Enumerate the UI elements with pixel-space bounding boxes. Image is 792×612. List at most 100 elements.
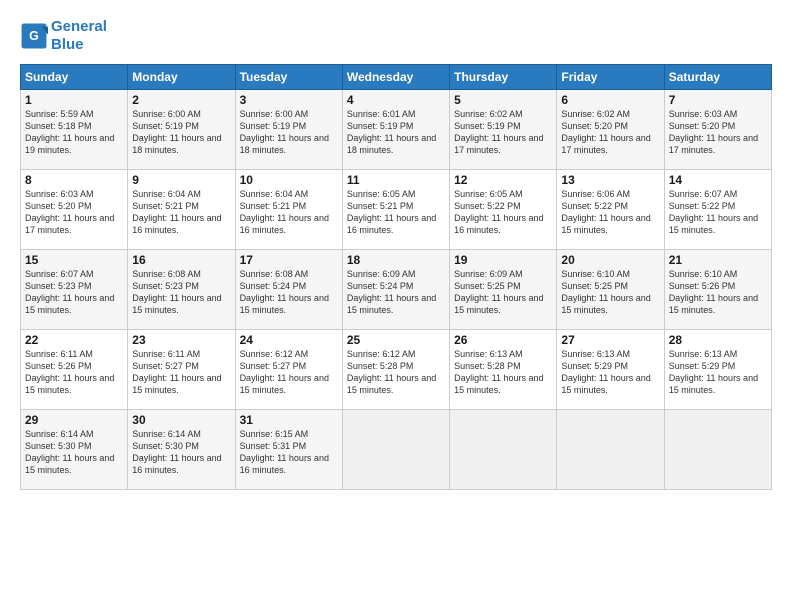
calendar-cell: 13Sunrise: 6:06 AMSunset: 5:22 PMDayligh… bbox=[557, 170, 664, 250]
day-info: Sunrise: 6:05 AMSunset: 5:21 PMDaylight:… bbox=[347, 188, 445, 237]
day-number: 25 bbox=[347, 333, 445, 347]
day-info: Sunrise: 6:14 AMSunset: 5:30 PMDaylight:… bbox=[25, 428, 123, 477]
day-number: 7 bbox=[669, 93, 767, 107]
calendar-cell bbox=[450, 410, 557, 490]
day-info: Sunrise: 6:09 AMSunset: 5:24 PMDaylight:… bbox=[347, 268, 445, 317]
day-info: Sunrise: 6:03 AMSunset: 5:20 PMDaylight:… bbox=[669, 108, 767, 157]
day-number: 30 bbox=[132, 413, 230, 427]
day-info: Sunrise: 6:03 AMSunset: 5:20 PMDaylight:… bbox=[25, 188, 123, 237]
weekday-header-wednesday: Wednesday bbox=[342, 65, 449, 90]
day-info: Sunrise: 6:06 AMSunset: 5:22 PMDaylight:… bbox=[561, 188, 659, 237]
logo: G General Blue bbox=[20, 18, 107, 54]
calendar-cell: 28Sunrise: 6:13 AMSunset: 5:29 PMDayligh… bbox=[664, 330, 771, 410]
day-info: Sunrise: 6:04 AMSunset: 5:21 PMDaylight:… bbox=[132, 188, 230, 237]
calendar-cell: 24Sunrise: 6:12 AMSunset: 5:27 PMDayligh… bbox=[235, 330, 342, 410]
day-number: 20 bbox=[561, 253, 659, 267]
day-info: Sunrise: 6:07 AMSunset: 5:23 PMDaylight:… bbox=[25, 268, 123, 317]
day-number: 22 bbox=[25, 333, 123, 347]
day-number: 9 bbox=[132, 173, 230, 187]
day-number: 10 bbox=[240, 173, 338, 187]
day-info: Sunrise: 6:00 AMSunset: 5:19 PMDaylight:… bbox=[132, 108, 230, 157]
weekday-header-friday: Friday bbox=[557, 65, 664, 90]
calendar-cell: 25Sunrise: 6:12 AMSunset: 5:28 PMDayligh… bbox=[342, 330, 449, 410]
day-info: Sunrise: 6:07 AMSunset: 5:22 PMDaylight:… bbox=[669, 188, 767, 237]
day-number: 15 bbox=[25, 253, 123, 267]
logo-icon: G bbox=[20, 22, 48, 50]
calendar-cell: 22Sunrise: 6:11 AMSunset: 5:26 PMDayligh… bbox=[21, 330, 128, 410]
day-number: 8 bbox=[25, 173, 123, 187]
calendar-cell bbox=[557, 410, 664, 490]
calendar-cell: 26Sunrise: 6:13 AMSunset: 5:28 PMDayligh… bbox=[450, 330, 557, 410]
calendar-cell: 12Sunrise: 6:05 AMSunset: 5:22 PMDayligh… bbox=[450, 170, 557, 250]
day-number: 26 bbox=[454, 333, 552, 347]
calendar-cell: 17Sunrise: 6:08 AMSunset: 5:24 PMDayligh… bbox=[235, 250, 342, 330]
calendar-cell: 21Sunrise: 6:10 AMSunset: 5:26 PMDayligh… bbox=[664, 250, 771, 330]
svg-text:G: G bbox=[29, 29, 39, 43]
day-info: Sunrise: 6:04 AMSunset: 5:21 PMDaylight:… bbox=[240, 188, 338, 237]
day-number: 18 bbox=[347, 253, 445, 267]
day-number: 2 bbox=[132, 93, 230, 107]
day-info: Sunrise: 6:11 AMSunset: 5:27 PMDaylight:… bbox=[132, 348, 230, 397]
week-row-5: 29Sunrise: 6:14 AMSunset: 5:30 PMDayligh… bbox=[21, 410, 772, 490]
day-number: 23 bbox=[132, 333, 230, 347]
day-number: 19 bbox=[454, 253, 552, 267]
weekday-header-saturday: Saturday bbox=[664, 65, 771, 90]
day-number: 24 bbox=[240, 333, 338, 347]
calendar-cell: 3Sunrise: 6:00 AMSunset: 5:19 PMDaylight… bbox=[235, 90, 342, 170]
day-info: Sunrise: 6:08 AMSunset: 5:24 PMDaylight:… bbox=[240, 268, 338, 317]
day-info: Sunrise: 6:01 AMSunset: 5:19 PMDaylight:… bbox=[347, 108, 445, 157]
calendar-cell: 10Sunrise: 6:04 AMSunset: 5:21 PMDayligh… bbox=[235, 170, 342, 250]
calendar-cell: 27Sunrise: 6:13 AMSunset: 5:29 PMDayligh… bbox=[557, 330, 664, 410]
calendar-cell: 18Sunrise: 6:09 AMSunset: 5:24 PMDayligh… bbox=[342, 250, 449, 330]
calendar-cell: 1Sunrise: 5:59 AMSunset: 5:18 PMDaylight… bbox=[21, 90, 128, 170]
day-number: 27 bbox=[561, 333, 659, 347]
day-number: 17 bbox=[240, 253, 338, 267]
day-info: Sunrise: 5:59 AMSunset: 5:18 PMDaylight:… bbox=[25, 108, 123, 157]
calendar-cell: 31Sunrise: 6:15 AMSunset: 5:31 PMDayligh… bbox=[235, 410, 342, 490]
day-number: 3 bbox=[240, 93, 338, 107]
day-number: 6 bbox=[561, 93, 659, 107]
day-number: 31 bbox=[240, 413, 338, 427]
calendar-cell bbox=[342, 410, 449, 490]
day-number: 21 bbox=[669, 253, 767, 267]
calendar-cell: 20Sunrise: 6:10 AMSunset: 5:25 PMDayligh… bbox=[557, 250, 664, 330]
day-info: Sunrise: 6:05 AMSunset: 5:22 PMDaylight:… bbox=[454, 188, 552, 237]
day-info: Sunrise: 6:13 AMSunset: 5:29 PMDaylight:… bbox=[669, 348, 767, 397]
day-number: 4 bbox=[347, 93, 445, 107]
day-info: Sunrise: 6:13 AMSunset: 5:29 PMDaylight:… bbox=[561, 348, 659, 397]
day-number: 16 bbox=[132, 253, 230, 267]
day-info: Sunrise: 6:11 AMSunset: 5:26 PMDaylight:… bbox=[25, 348, 123, 397]
weekday-header-sunday: Sunday bbox=[21, 65, 128, 90]
week-row-2: 8Sunrise: 6:03 AMSunset: 5:20 PMDaylight… bbox=[21, 170, 772, 250]
calendar-page: G General Blue SundayMondayTuesdayWednes… bbox=[0, 0, 792, 612]
calendar-cell: 14Sunrise: 6:07 AMSunset: 5:22 PMDayligh… bbox=[664, 170, 771, 250]
calendar-cell: 4Sunrise: 6:01 AMSunset: 5:19 PMDaylight… bbox=[342, 90, 449, 170]
day-info: Sunrise: 6:02 AMSunset: 5:20 PMDaylight:… bbox=[561, 108, 659, 157]
calendar-cell: 16Sunrise: 6:08 AMSunset: 5:23 PMDayligh… bbox=[128, 250, 235, 330]
calendar-cell: 9Sunrise: 6:04 AMSunset: 5:21 PMDaylight… bbox=[128, 170, 235, 250]
day-info: Sunrise: 6:00 AMSunset: 5:19 PMDaylight:… bbox=[240, 108, 338, 157]
calendar-cell: 15Sunrise: 6:07 AMSunset: 5:23 PMDayligh… bbox=[21, 250, 128, 330]
day-info: Sunrise: 6:15 AMSunset: 5:31 PMDaylight:… bbox=[240, 428, 338, 477]
calendar-cell: 8Sunrise: 6:03 AMSunset: 5:20 PMDaylight… bbox=[21, 170, 128, 250]
day-info: Sunrise: 6:09 AMSunset: 5:25 PMDaylight:… bbox=[454, 268, 552, 317]
calendar-cell: 7Sunrise: 6:03 AMSunset: 5:20 PMDaylight… bbox=[664, 90, 771, 170]
calendar-cell: 19Sunrise: 6:09 AMSunset: 5:25 PMDayligh… bbox=[450, 250, 557, 330]
day-number: 5 bbox=[454, 93, 552, 107]
calendar-cell bbox=[664, 410, 771, 490]
calendar-table: SundayMondayTuesdayWednesdayThursdayFrid… bbox=[20, 64, 772, 490]
week-row-4: 22Sunrise: 6:11 AMSunset: 5:26 PMDayligh… bbox=[21, 330, 772, 410]
day-number: 28 bbox=[669, 333, 767, 347]
day-number: 1 bbox=[25, 93, 123, 107]
week-row-1: 1Sunrise: 5:59 AMSunset: 5:18 PMDaylight… bbox=[21, 90, 772, 170]
day-number: 14 bbox=[669, 173, 767, 187]
day-number: 13 bbox=[561, 173, 659, 187]
weekday-header-thursday: Thursday bbox=[450, 65, 557, 90]
day-info: Sunrise: 6:12 AMSunset: 5:28 PMDaylight:… bbox=[347, 348, 445, 397]
weekday-header-tuesday: Tuesday bbox=[235, 65, 342, 90]
calendar-cell: 30Sunrise: 6:14 AMSunset: 5:30 PMDayligh… bbox=[128, 410, 235, 490]
calendar-cell: 2Sunrise: 6:00 AMSunset: 5:19 PMDaylight… bbox=[128, 90, 235, 170]
day-info: Sunrise: 6:08 AMSunset: 5:23 PMDaylight:… bbox=[132, 268, 230, 317]
day-info: Sunrise: 6:02 AMSunset: 5:19 PMDaylight:… bbox=[454, 108, 552, 157]
day-number: 11 bbox=[347, 173, 445, 187]
